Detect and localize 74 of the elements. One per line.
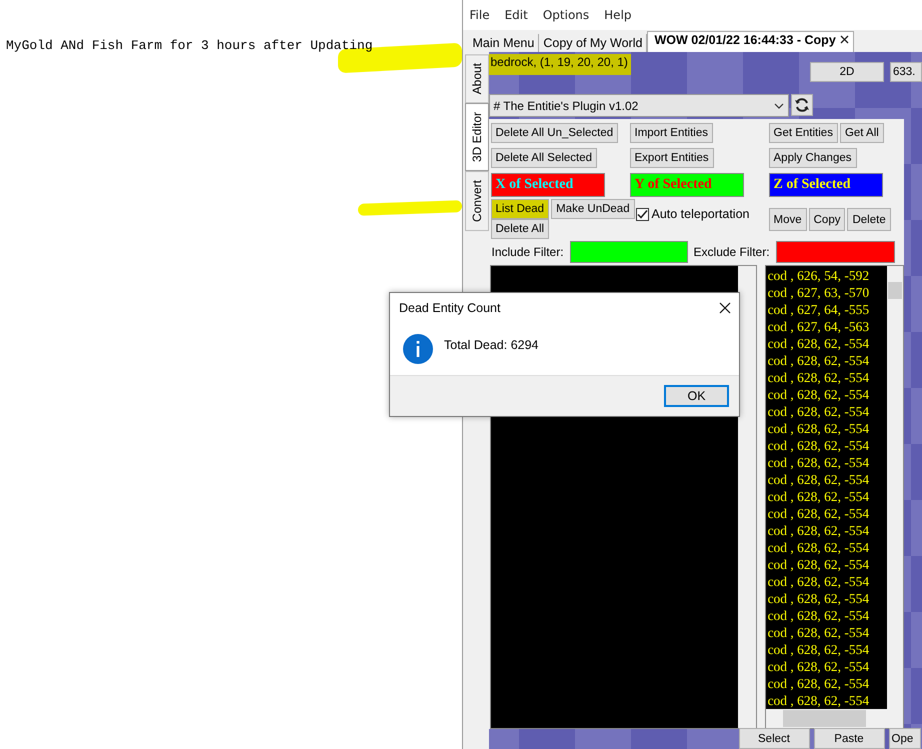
list-item[interactable]: cod , 628, 62, -554 (768, 675, 886, 692)
button[interactable]: Export Entities (630, 148, 714, 168)
button[interactable]: Delete All Selected (490, 148, 598, 168)
checkbox[interactable] (636, 208, 648, 220)
filter-label: Include Filter: (492, 245, 564, 259)
list-item[interactable]: cod , 628, 62, -554 (768, 556, 886, 573)
menu-item[interactable]: Help (604, 8, 632, 22)
scrollbar[interactable] (766, 709, 902, 728)
filter-field[interactable] (570, 241, 688, 263)
list-item[interactable]: cod , 626, 54, -592 (768, 267, 886, 284)
menu-item[interactable]: Edit (504, 8, 528, 22)
list-item[interactable]: cod , 628, 62, -554 (768, 420, 886, 437)
button[interactable]: List Dead (490, 199, 550, 219)
note-text: MyGold ANd Fish Farm for 3 hours after Updating (6, 38, 373, 53)
button[interactable]: Select (738, 728, 810, 749)
ok-button[interactable]: OK (664, 385, 729, 407)
list-item[interactable]: cod , 628, 62, -554 (768, 437, 886, 454)
tab[interactable]: WOW 02/01/22 16:44:33 - Copy (647, 31, 854, 52)
list-item[interactable]: cod , 628, 62, -554 (768, 335, 886, 352)
checkbox-label: Auto teleportation (652, 207, 750, 221)
button[interactable]: Copy (808, 208, 846, 231)
view-button[interactable]: 2D (810, 62, 884, 82)
list-item[interactable]: cod , 628, 62, -554 (768, 454, 886, 471)
list-item[interactable]: cod , 628, 62, -554 (768, 607, 886, 624)
button[interactable]: Get Entities (768, 123, 838, 143)
list-item[interactable]: cod , 628, 62, -554 (768, 573, 886, 590)
list-item[interactable]: cod , 628, 62, -554 (768, 505, 886, 522)
list-item[interactable]: cod , 628, 62, -554 (768, 522, 886, 539)
button[interactable]: Delete All (490, 219, 550, 239)
button[interactable]: Apply Changes (768, 148, 856, 168)
side-tab[interactable]: 3D Editor (464, 103, 488, 172)
close-icon[interactable] (840, 35, 849, 44)
filter-field[interactable] (776, 241, 895, 263)
dialog-title: Dead Entity Count (399, 301, 500, 315)
list-item[interactable]: cod , 628, 62, -554 (768, 658, 886, 675)
button[interactable]: Delete All Un_Selected (490, 123, 618, 143)
list-item[interactable]: cod , 628, 62, -554 (768, 590, 886, 607)
block-info: bedrock, (1, 19, 20, 20, 1) (488, 54, 631, 75)
list-item[interactable]: cod , 628, 62, -554 (768, 539, 886, 556)
caret-icon (774, 102, 784, 108)
list-item[interactable]: cod , 628, 62, -554 (768, 488, 886, 505)
menu-item[interactable]: Options (542, 8, 590, 22)
list-item[interactable]: cod , 628, 62, -554 (768, 641, 886, 658)
dialog-message: Total Dead: 6294 (444, 338, 539, 352)
list-item[interactable]: cod , 627, 64, -563 (768, 318, 886, 335)
list-item[interactable]: cod , 627, 64, -555 (768, 301, 886, 318)
filter-label: Exclude Filter: (694, 245, 770, 259)
button[interactable]: Import Entities (630, 123, 713, 143)
button[interactable]: Delete (847, 208, 891, 231)
list-item[interactable]: cod , 628, 62, -554 (768, 403, 886, 420)
button[interactable]: Get All (840, 123, 884, 143)
list-item[interactable]: cod , 627, 63, -570 (768, 284, 886, 301)
axis-field[interactable]: Z of Selected (768, 173, 882, 197)
side-tab[interactable]: About (464, 54, 488, 104)
refresh-button[interactable] (790, 94, 812, 116)
info-icon (402, 333, 434, 365)
list-item[interactable]: cod , 628, 62, -554 (768, 386, 886, 403)
view-button[interactable]: 633. (890, 62, 922, 82)
list-item[interactable]: cod , 628, 62, -554 (768, 352, 886, 369)
button[interactable]: Move (768, 208, 807, 231)
scrollbar[interactable] (886, 266, 902, 709)
scrollbar[interactable] (738, 266, 756, 728)
list-item[interactable]: cod , 628, 62, -554 (768, 369, 886, 386)
close-icon[interactable] (719, 302, 731, 314)
list-item[interactable]: cod , 628, 62, -554 (768, 692, 886, 709)
menu-item[interactable]: File (470, 8, 490, 22)
list-item[interactable]: cod , 628, 62, -554 (768, 624, 886, 641)
side-tab[interactable]: Convert (464, 171, 488, 232)
refresh-icon (794, 97, 810, 113)
button[interactable]: Ope (888, 728, 920, 749)
list-item[interactable]: cod , 628, 62, -554 (768, 471, 886, 488)
button[interactable]: Paste (814, 728, 884, 749)
plugin-dropdown[interactable]: # The Entitie's Plugin v1.02 (488, 94, 788, 117)
button[interactable]: Make UnDead (551, 199, 635, 219)
